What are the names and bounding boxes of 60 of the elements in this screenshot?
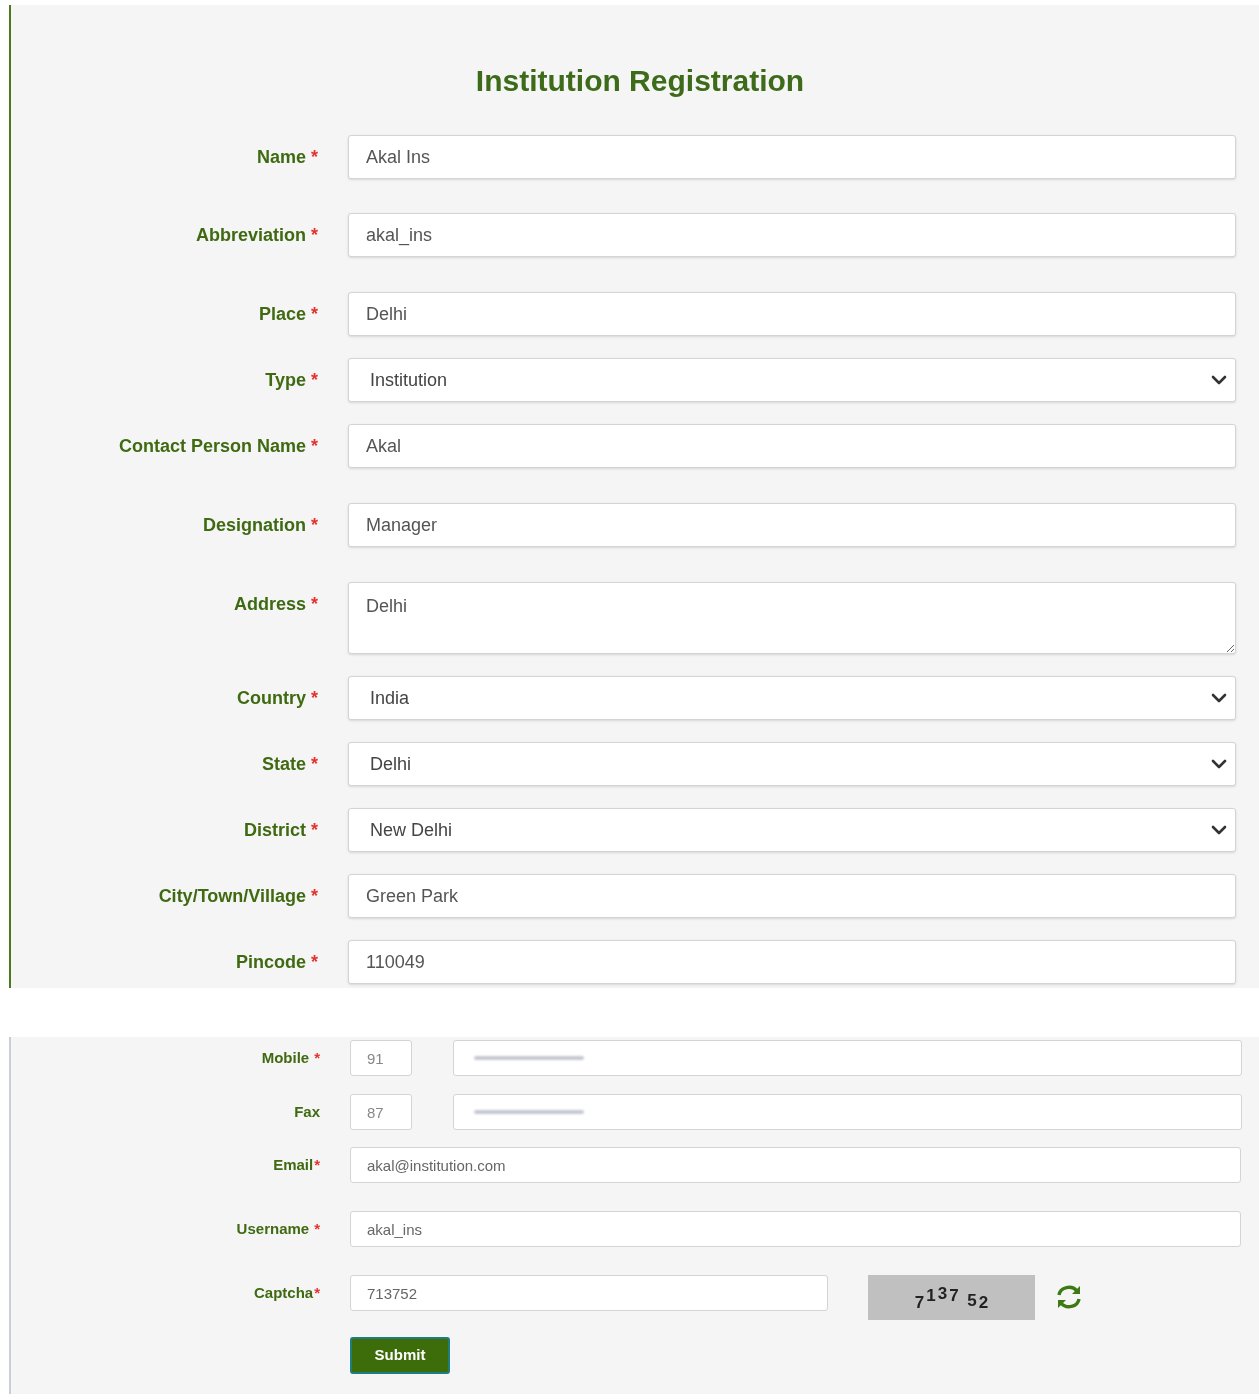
refresh-icon[interactable] (1055, 1284, 1083, 1310)
required-mark: * (311, 593, 318, 616)
input-field[interactable]: akal_ins (350, 1211, 1241, 1247)
required-mark: * (311, 753, 318, 776)
number-field[interactable] (453, 1094, 1242, 1130)
input-field[interactable]: Green Park (348, 874, 1236, 918)
required-mark: * (311, 369, 318, 392)
captcha-field[interactable]: 713752 (350, 1275, 828, 1311)
country-code-field[interactable]: 87 (350, 1094, 412, 1130)
chevron-down-icon (1211, 759, 1227, 769)
field-label: Place (258, 303, 306, 326)
required-mark: * (314, 1219, 320, 1239)
chevron-down-icon (1211, 375, 1227, 385)
field-label: Email (273, 1155, 314, 1175)
form-title: Institution Registration (474, 63, 806, 99)
required-mark: * (311, 146, 318, 169)
required-mark: * (311, 435, 318, 458)
captcha-image: 7137 52 (868, 1275, 1035, 1320)
field-label: District (243, 819, 306, 842)
select-field[interactable]: New Delhi (348, 808, 1236, 852)
required-mark: * (311, 951, 318, 974)
number-field[interactable] (453, 1040, 1242, 1076)
select-field[interactable]: Institution (348, 358, 1236, 402)
field-label: Address (233, 593, 306, 616)
address-field[interactable]: Delhi (348, 582, 1236, 654)
required-mark: * (311, 303, 318, 326)
select-field[interactable]: Delhi (348, 742, 1236, 786)
required-mark: * (311, 514, 318, 537)
chevron-down-icon (1211, 693, 1227, 703)
required-mark: * (314, 1048, 320, 1068)
field-label: City/Town/Village (158, 885, 306, 908)
input-field[interactable]: akal_ins (348, 213, 1236, 257)
field-label: Fax (294, 1102, 320, 1122)
field-label: Contact Person Name (118, 435, 306, 458)
select-field[interactable]: India (348, 676, 1236, 720)
field-label: Pincode (235, 951, 306, 974)
submit-button[interactable]: Submit (350, 1337, 450, 1374)
required-mark: * (311, 224, 318, 247)
field-label: Mobile (261, 1048, 310, 1068)
field-label: Type (265, 369, 306, 392)
field-label: Designation (202, 514, 306, 537)
required-mark: * (311, 819, 318, 842)
chevron-down-icon (1211, 825, 1227, 835)
field-label: Name (256, 146, 306, 169)
country-code-field[interactable]: 91 (350, 1040, 412, 1076)
input-field[interactable]: Delhi (348, 292, 1236, 336)
input-field[interactable]: Akal (348, 424, 1236, 468)
field-label: Country (237, 687, 306, 710)
field-label: State (261, 753, 306, 776)
input-field[interactable]: Manager (348, 503, 1236, 547)
input-field[interactable]: 110049 (348, 940, 1236, 984)
field-label: Abbreviation (195, 224, 306, 247)
required-mark: * (314, 1155, 320, 1175)
input-field[interactable]: Akal Ins (348, 135, 1236, 179)
required-mark: * (314, 1283, 320, 1303)
field-label: Captcha (253, 1283, 314, 1303)
required-mark: * (311, 687, 318, 710)
required-mark: * (311, 885, 318, 908)
input-field[interactable]: akal@institution.com (350, 1147, 1241, 1183)
field-label: Username (236, 1219, 310, 1239)
